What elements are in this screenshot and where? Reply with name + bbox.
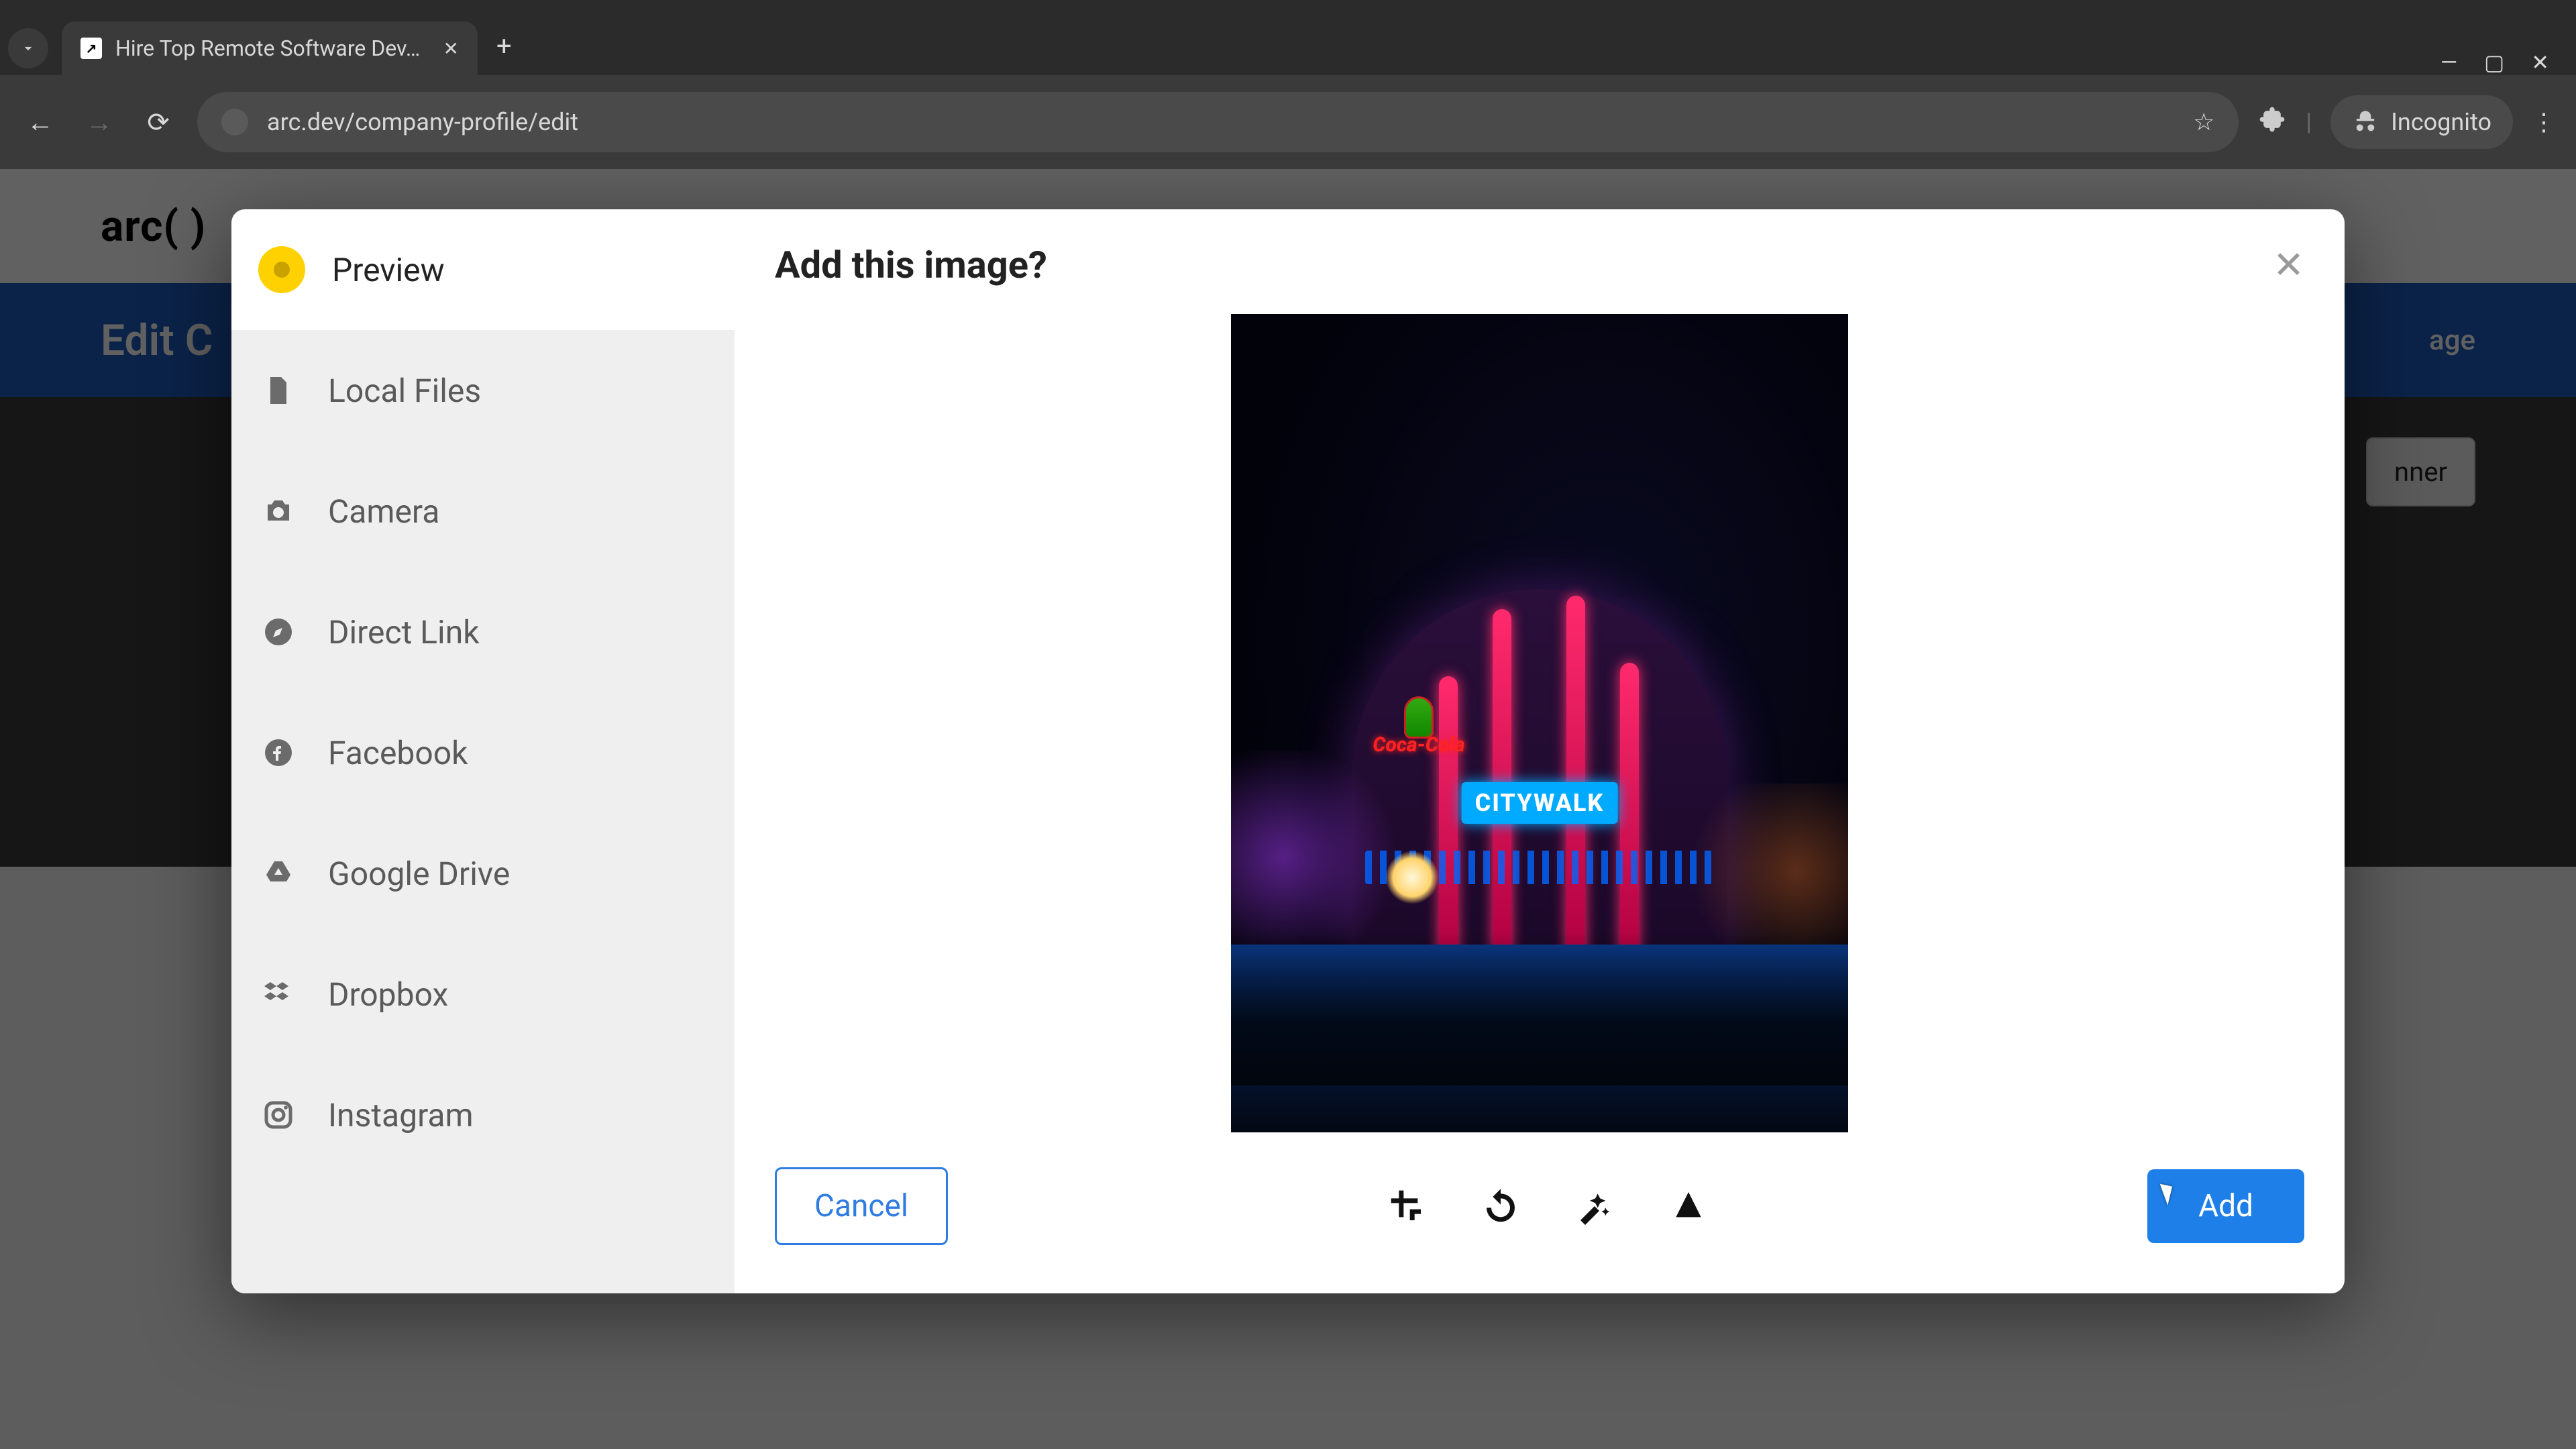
enhance-tool[interactable]	[1574, 1186, 1615, 1226]
close-window-button[interactable]: ✕	[2531, 50, 2549, 75]
compass-icon	[258, 612, 299, 652]
page: arc( ) Edit C age nner Preview Local Fil…	[0, 169, 2576, 1449]
sharpen-tool[interactable]	[1668, 1186, 1709, 1226]
crop-tool[interactable]	[1387, 1186, 1427, 1226]
sidebar-preview-label: Preview	[332, 251, 445, 289]
upload-modal: Preview Local Files Camera Direct Link	[231, 209, 2345, 1293]
modal-footer: Cancel Add	[775, 1159, 2304, 1253]
incognito-badge[interactable]: Incognito	[2330, 95, 2513, 149]
cursor-icon	[2160, 1180, 2178, 1205]
minimize-button[interactable]: —	[2440, 50, 2457, 75]
address-bar[interactable]: arc.dev/company-profile/edit ☆	[197, 92, 2239, 152]
browser-tab[interactable]: ↗ Hire Top Remote Software Dev… ✕	[62, 21, 478, 75]
titlebar: ↗ Hire Top Remote Software Dev… ✕ + — ▢ …	[0, 0, 2576, 75]
source-label: Camera	[328, 492, 439, 531]
modal-main: Add this image? ✕ CITYWALK	[735, 209, 2345, 1293]
add-button[interactable]: Add	[2147, 1169, 2304, 1243]
source-google-drive[interactable]: Google Drive	[231, 813, 735, 934]
browser-toolbar: ← → ⟳ arc.dev/company-profile/edit ☆ | I…	[0, 75, 2576, 169]
modal-close-button[interactable]: ✕	[2273, 246, 2304, 284]
chevron-down-icon	[19, 40, 37, 57]
source-label: Instagram	[328, 1096, 474, 1134]
modal-sidebar: Preview Local Files Camera Direct Link	[231, 209, 735, 1293]
extensions-icon[interactable]	[2257, 105, 2287, 140]
incognito-label: Incognito	[2391, 108, 2491, 136]
source-label: Direct Link	[328, 613, 480, 651]
dropbox-icon	[258, 974, 299, 1014]
cancel-button[interactable]: Cancel	[775, 1167, 948, 1245]
source-facebook[interactable]: Facebook	[231, 692, 735, 813]
tab-close-button[interactable]: ✕	[443, 38, 459, 60]
tab-favicon: ↗	[80, 38, 102, 59]
source-camera[interactable]: Camera	[231, 451, 735, 572]
bookmark-icon[interactable]: ☆	[2193, 108, 2214, 136]
back-button[interactable]: ←	[20, 107, 60, 138]
window-controls: — ▢ ✕	[2440, 30, 2576, 75]
source-label: Facebook	[328, 734, 468, 772]
modal-title: Add this image?	[775, 243, 1047, 287]
image-sign-text: CITYWALK	[1462, 782, 1618, 824]
browser-chrome: ↗ Hire Top Remote Software Dev… ✕ + — ▢ …	[0, 0, 2576, 169]
gdrive-icon	[258, 853, 299, 894]
tab-search-button[interactable]	[8, 28, 48, 68]
tab-title: Hire Top Remote Software Dev…	[115, 36, 420, 61]
source-label: Google Drive	[328, 855, 510, 893]
source-dropbox[interactable]: Dropbox	[231, 934, 735, 1055]
source-list: Local Files Camera Direct Link Facebook	[231, 330, 735, 1293]
url-text: arc.dev/company-profile/edit	[267, 108, 578, 136]
sidebar-preview-tab[interactable]: Preview	[231, 209, 735, 330]
maximize-button[interactable]: ▢	[2484, 50, 2504, 75]
source-label: Dropbox	[328, 975, 448, 1014]
incognito-icon	[2352, 109, 2379, 136]
preview-stage: CITYWALK Coca-Cola	[775, 287, 2304, 1159]
edit-tools	[1387, 1186, 1709, 1226]
toolbar-divider: |	[2306, 108, 2312, 136]
file-icon	[258, 370, 299, 411]
forward-button[interactable]: →	[79, 107, 119, 138]
add-button-label: Add	[2198, 1188, 2253, 1224]
new-tab-button[interactable]: +	[496, 30, 512, 62]
source-instagram[interactable]: Instagram	[231, 1055, 735, 1175]
camera-icon	[258, 491, 299, 531]
preview-badge-icon	[258, 246, 305, 293]
site-info-icon[interactable]	[221, 109, 248, 136]
instagram-icon	[258, 1095, 299, 1135]
browser-menu-button[interactable]: ⋮	[2532, 108, 2556, 136]
source-direct-link[interactable]: Direct Link	[231, 572, 735, 692]
image-coke-text: Coca-Cola	[1373, 733, 1464, 757]
source-label: Local Files	[328, 372, 481, 410]
facebook-icon	[258, 733, 299, 773]
rotate-tool[interactable]	[1481, 1186, 1521, 1226]
source-local-files[interactable]: Local Files	[231, 330, 735, 451]
reload-button[interactable]: ⟳	[138, 107, 178, 138]
preview-image[interactable]: CITYWALK Coca-Cola	[1231, 314, 1848, 1132]
